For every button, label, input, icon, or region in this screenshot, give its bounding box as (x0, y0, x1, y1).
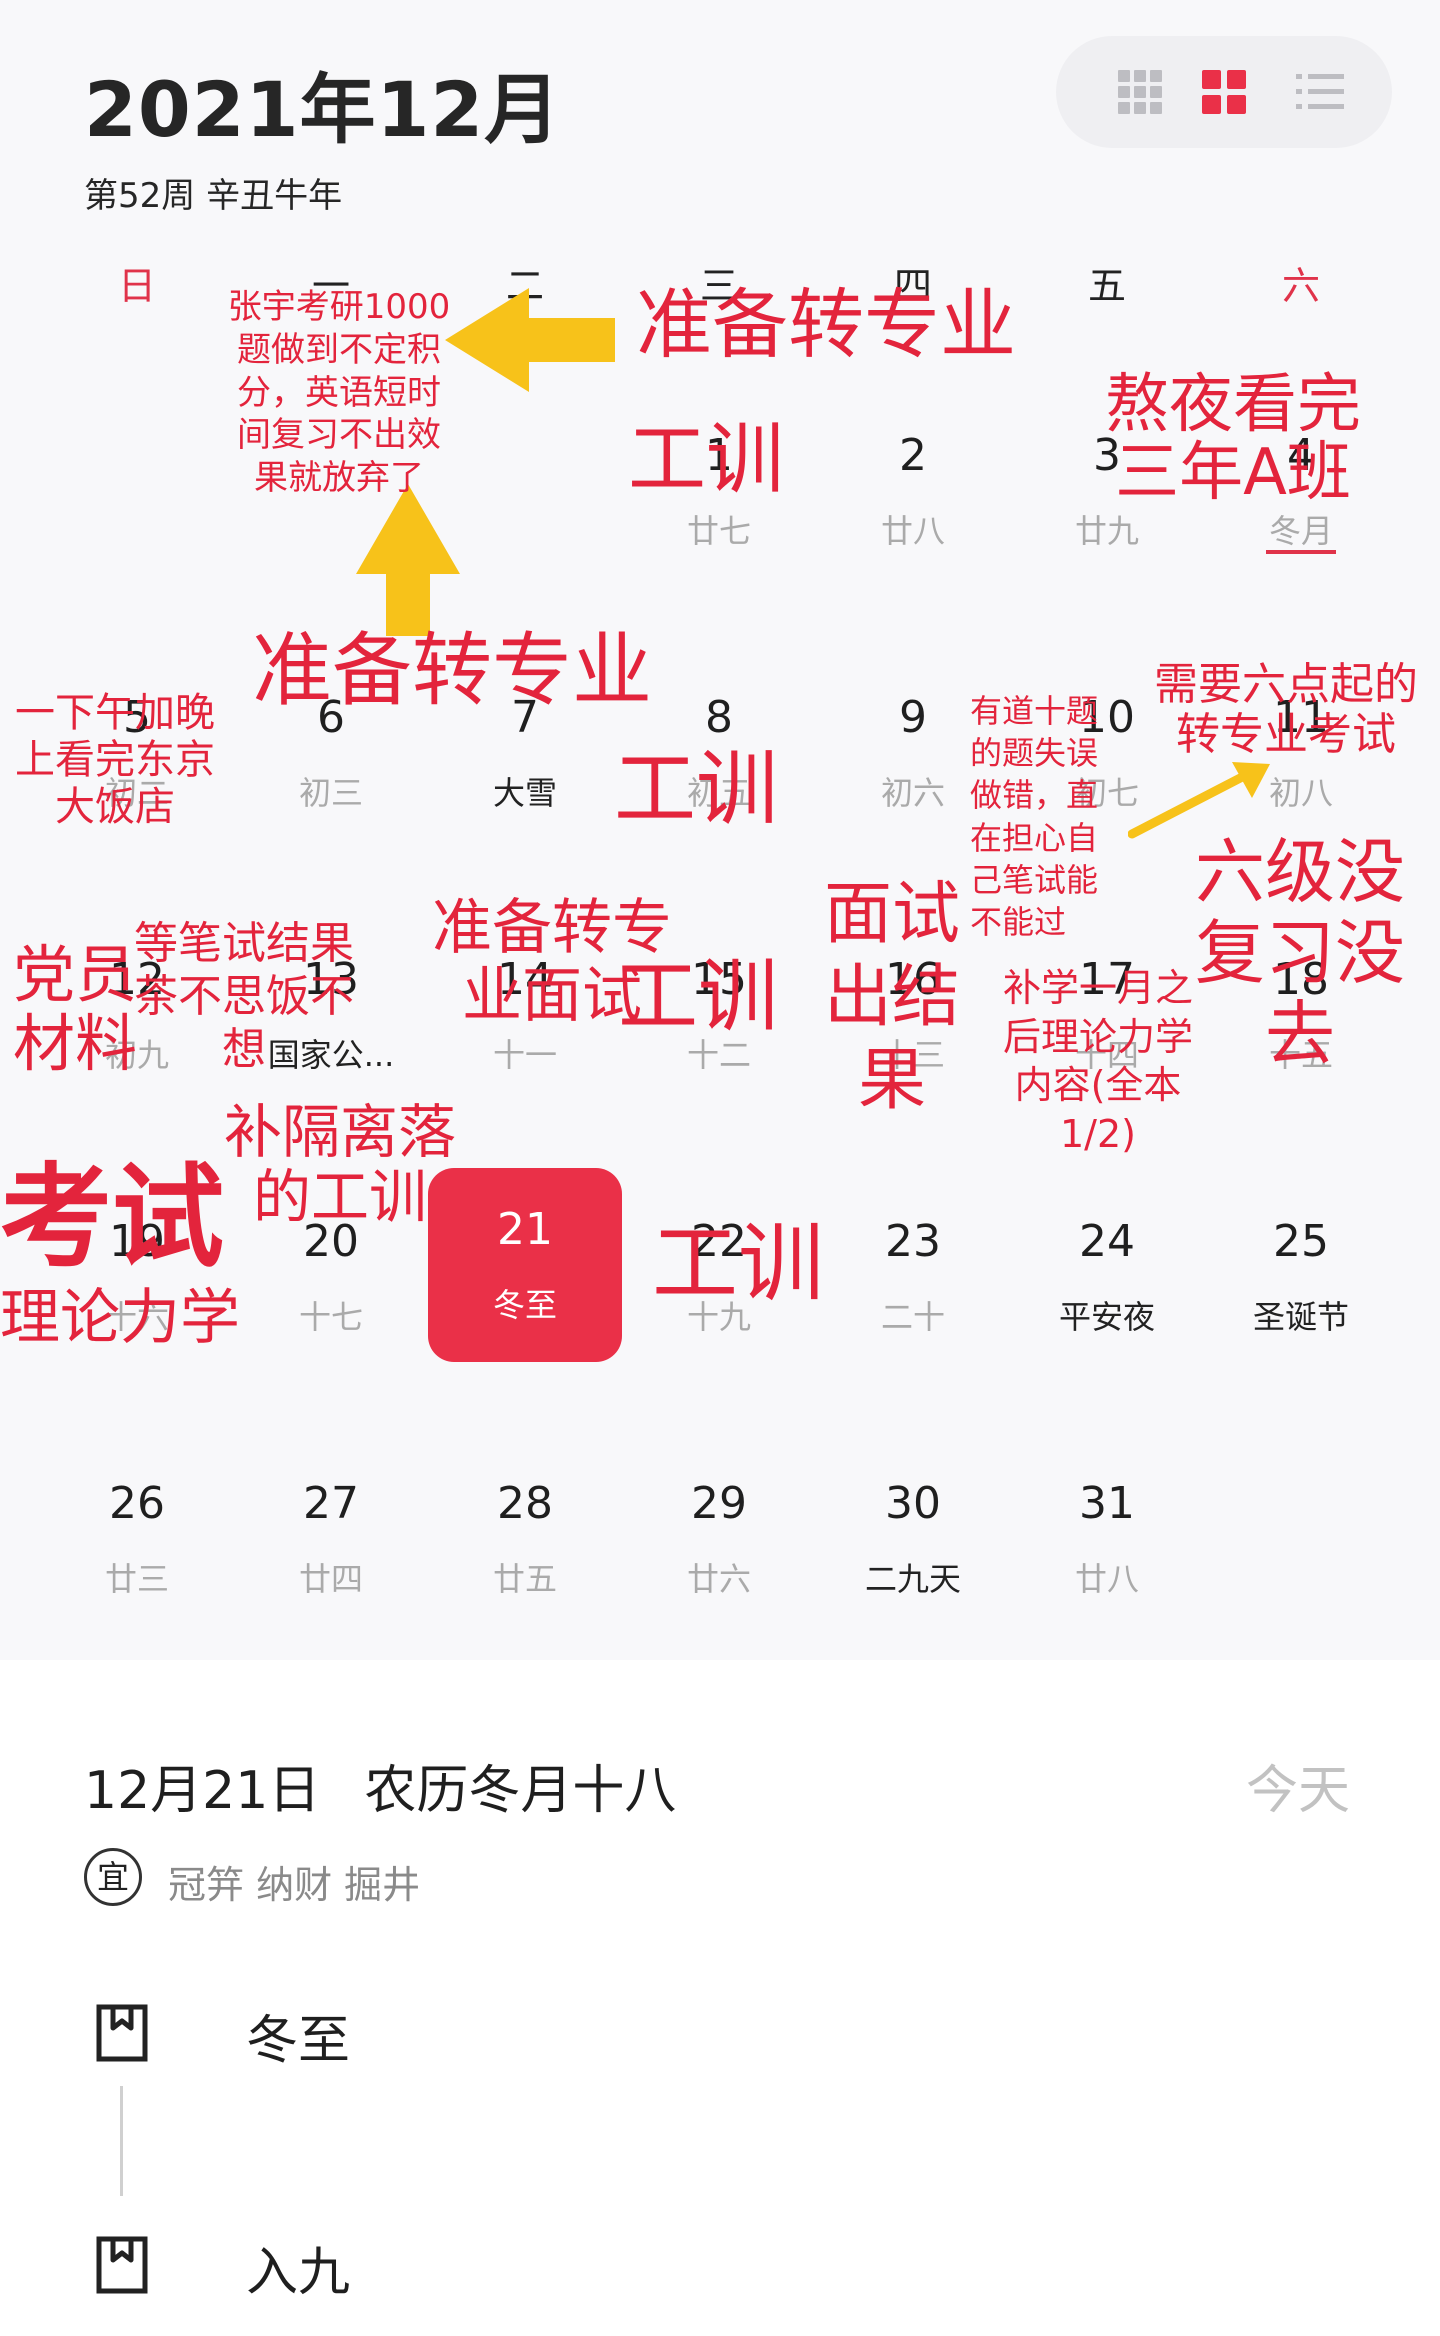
annotation-show: 一下午加晚上看完东京大饭店 (15, 690, 215, 831)
lunar-label: 廿六 (686, 1560, 751, 1598)
day-number: 24 (1079, 1216, 1135, 1267)
week-info: 第52周 辛丑牛年 (84, 176, 343, 216)
day-number: 31 (1079, 1478, 1135, 1529)
lunar-label: 二九天 (864, 1560, 961, 1598)
day-number: 29 (691, 1478, 747, 1529)
annotation-waiting: 等笔试结果茶不思饭不想 (134, 918, 354, 1075)
annotation-gongxun: 工训 (628, 415, 785, 505)
annotation-drama: 熬夜看完三年A班 (1105, 368, 1361, 510)
yi-badge: 宜 (84, 1848, 142, 1906)
day-number: 30 (885, 1478, 941, 1529)
weekday-label: 六 (1281, 264, 1320, 308)
lunar-label: 廿九 (1074, 512, 1139, 550)
lunar-label: 廿五 (492, 1560, 557, 1598)
lunar-label: 廿八 (1074, 1560, 1139, 1598)
lunar-label: 廿四 (298, 1560, 363, 1598)
lunar-label: 十七 (298, 1298, 363, 1336)
annotation-gongxun-3: 工训 (618, 950, 778, 1043)
annotation-early-exam: 需要六点起的转专业考试 (1154, 659, 1418, 761)
day-number: 28 (497, 1478, 553, 1529)
annotation-gongxun-2: 工训 (614, 742, 779, 837)
arrow-diagonal-icon (1128, 762, 1270, 839)
bookmark-calendar-icon (96, 2236, 148, 2294)
day-cell[interactable]: 20 十七 (234, 1206, 428, 1396)
today-button[interactable]: 今天 (1246, 1748, 1350, 1823)
day-cell[interactable]: 23 二十 (816, 1206, 1010, 1396)
day-number: 2 (899, 430, 927, 481)
annotation-interview-result: 面试出结果 (823, 875, 960, 1120)
day-number: 25 (1273, 1216, 1329, 1267)
lunar-label: 初三 (298, 774, 363, 812)
annotation-worry: 有道十题的题失误做错，直在担心自己笔试能不能过 (970, 692, 1099, 942)
annotation-prepare-transfer-2: 准备转专业 (252, 624, 652, 717)
annotation-prepare-transfer: 准备转专业 (636, 280, 1016, 369)
lunar-label: 廿三 (104, 1560, 169, 1598)
day-number: 27 (303, 1478, 359, 1529)
day-cell[interactable]: 24 平安夜 (1010, 1206, 1204, 1396)
weekday-label: 五 (1087, 264, 1126, 308)
annotation-exam: 考试 (0, 1153, 224, 1283)
bookmark-calendar-icon (96, 2004, 148, 2062)
view-switch (1056, 36, 1392, 148)
day-cell[interactable]: 25 圣诞节 (1204, 1206, 1398, 1396)
day-cell[interactable]: 31 廿八 (1010, 1468, 1204, 1658)
annotation-gongxun-4: 工训 (652, 1214, 824, 1314)
annotation-party: 党员材料 (12, 938, 137, 1081)
yi-items: 冠笄 纳财 掘井 (168, 1863, 421, 1907)
annotation-cet6: 六级没复习没去 (1195, 831, 1405, 1076)
annotation-mechanics: 补学一月之后理论力学内容(全本1/2) (1002, 966, 1193, 1156)
lunar-label: 冬月 (1268, 512, 1333, 550)
timeline-line (120, 2086, 123, 2196)
day-cell[interactable]: 30 二九天 (816, 1468, 1010, 1658)
lunar-label: 平安夜 (1058, 1298, 1155, 1336)
lunar-label: 冬至 (492, 1286, 557, 1324)
day-cell[interactable]: 27 廿四 (234, 1468, 428, 1658)
weekday-label: 日 (117, 264, 156, 308)
event-item[interactable]: 入九 (246, 2230, 350, 2305)
lunar-label: 廿七 (686, 512, 751, 550)
lunar-label: 廿八 (880, 512, 945, 550)
day-cell[interactable]: 2 廿八 (816, 420, 1010, 610)
lunar-label: 二十 (880, 1298, 945, 1336)
lunar-label: 圣诞节 (1252, 1298, 1349, 1336)
arrow-up-icon (356, 484, 460, 636)
annotation-theory-mechanics: 理论力学 (0, 1283, 240, 1353)
month-start-marker (1266, 550, 1336, 554)
day-cell[interactable]: 26 廿三 (40, 1468, 234, 1658)
grid-small-icon[interactable] (1112, 64, 1168, 120)
selected-date-label: 12月21日 农历冬月十八 (84, 1761, 677, 1821)
lunar-label: 大雪 (492, 774, 557, 812)
annotation-isolation: 补隔离落的工训 (223, 1098, 456, 1231)
day-number: 23 (885, 1216, 941, 1267)
list-icon[interactable] (1292, 64, 1348, 120)
grid-large-icon[interactable] (1196, 64, 1252, 120)
lunar-label: 十一 (492, 1036, 557, 1074)
month-title[interactable]: 2021年12月 (84, 48, 561, 158)
day-cell[interactable]: 29 廿六 (622, 1468, 816, 1658)
arrow-left-icon (445, 288, 615, 392)
annotation-kaoyan: 张宇考研1000题做到不定积分，英语短时间复习不出效果就放弃了 (227, 287, 451, 499)
day-cell[interactable]: 28 廿五 (428, 1468, 622, 1658)
event-item[interactable]: 冬至 (246, 1998, 350, 2073)
day-number: 26 (109, 1478, 165, 1529)
